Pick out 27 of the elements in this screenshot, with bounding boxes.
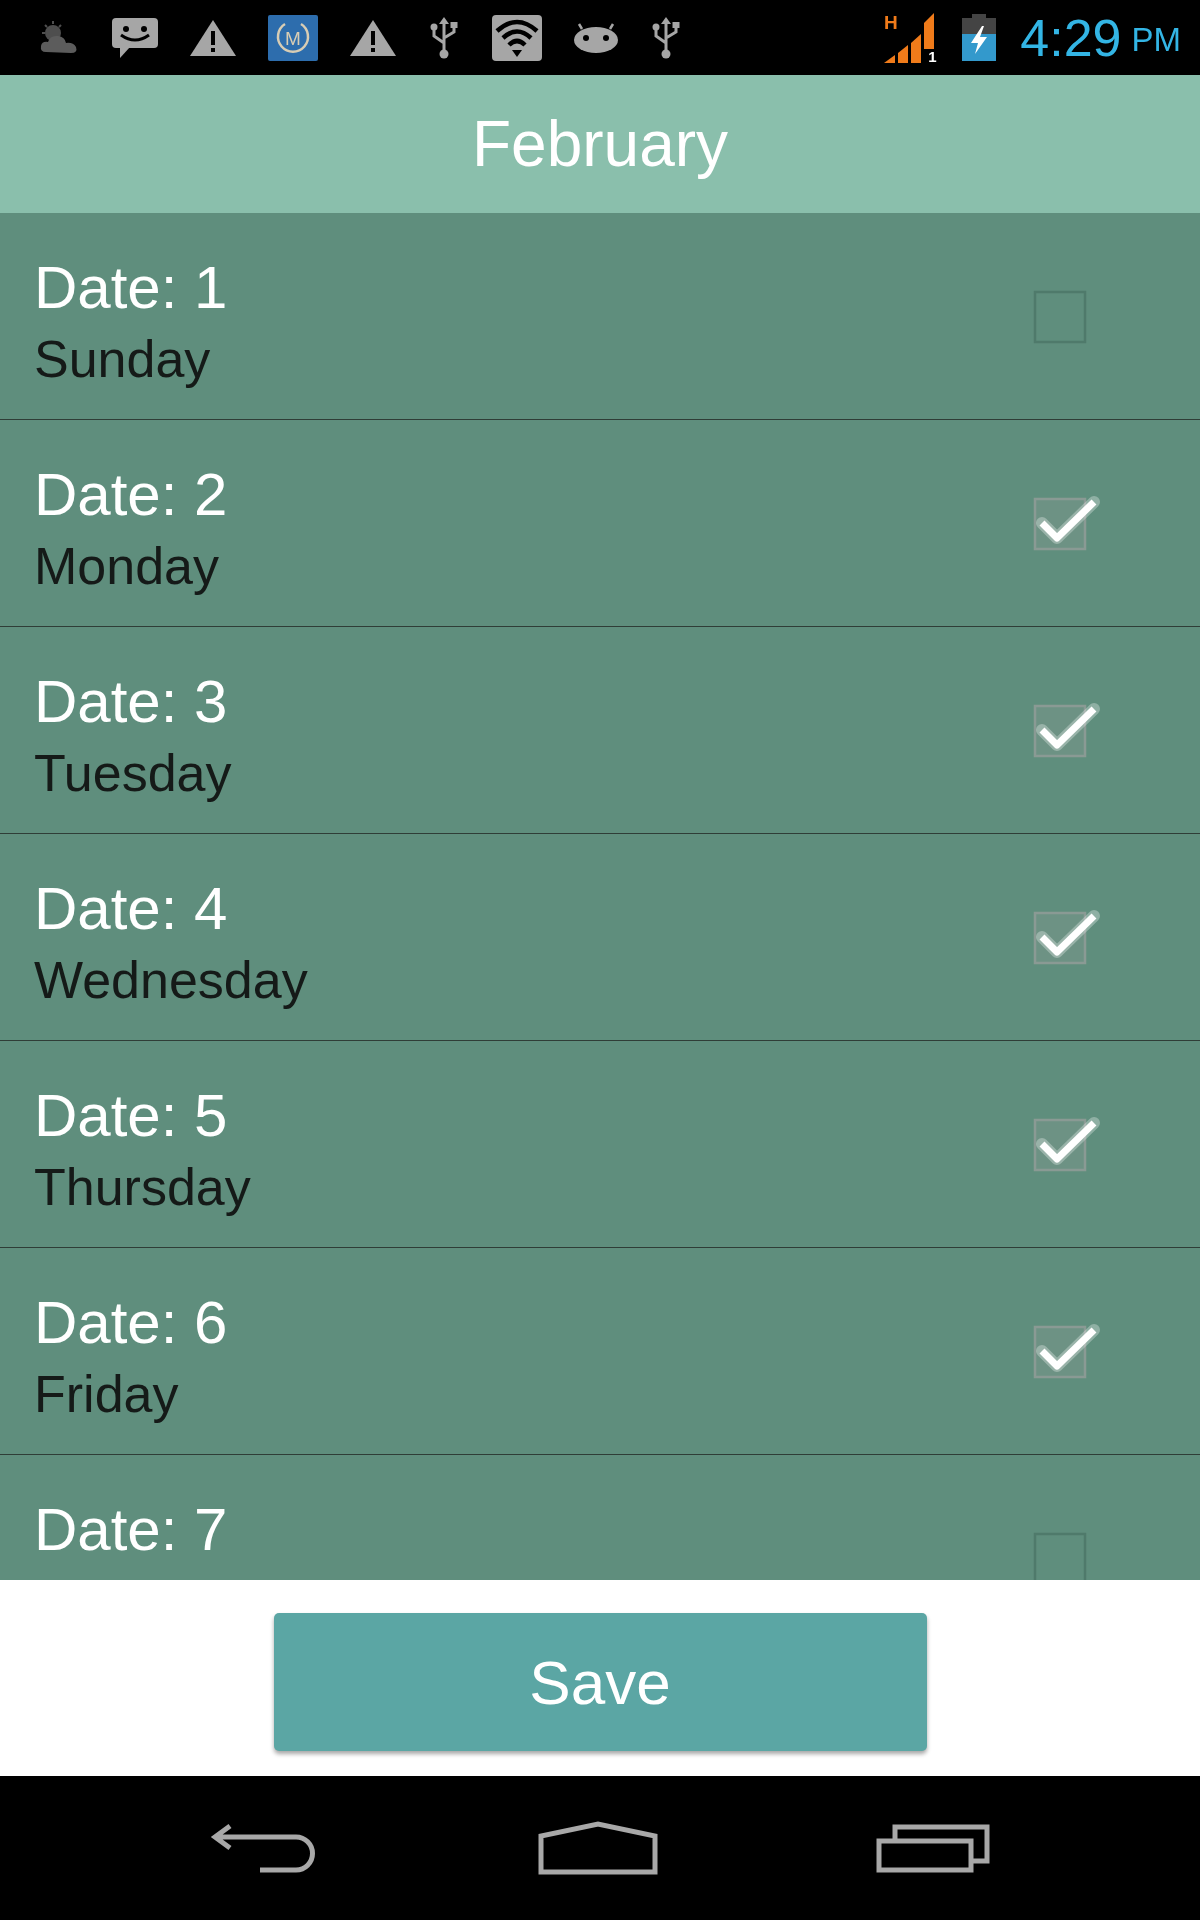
date-label: Date: 6: [34, 1288, 228, 1358]
save-button[interactable]: Save: [273, 1613, 927, 1751]
header-title: February: [471, 107, 729, 181]
date-label: Date: 1: [34, 253, 228, 323]
day-label: Friday: [34, 1364, 179, 1424]
date-label: Date: 7: [34, 1495, 228, 1565]
clock-time: 4:29: [1020, 11, 1122, 64]
day-label: Wednesday: [34, 950, 308, 1010]
warning-icon: [190, 19, 236, 56]
warning-icon: [350, 19, 396, 56]
day-label: Monday: [34, 536, 219, 596]
home-icon[interactable]: [538, 1821, 658, 1875]
date-label: Date: 5: [34, 1081, 228, 1151]
day-label: Thursday: [34, 1157, 251, 1217]
wifi-icon: [492, 14, 542, 61]
message-icon: [112, 17, 158, 58]
date-label: Date: 3: [34, 667, 228, 737]
usb-icon: [428, 16, 460, 59]
android-icon: [574, 22, 618, 53]
date-label: Date: 4: [34, 874, 228, 944]
date-label: Date: 2: [34, 460, 228, 530]
day-label: Sunday: [34, 329, 211, 389]
day-label: Tuesday: [34, 743, 232, 803]
clock-period: PM: [1131, 22, 1181, 56]
usb-icon: [650, 16, 682, 59]
recents-icon[interactable]: [876, 1823, 990, 1873]
app-icon: M: [268, 14, 318, 61]
